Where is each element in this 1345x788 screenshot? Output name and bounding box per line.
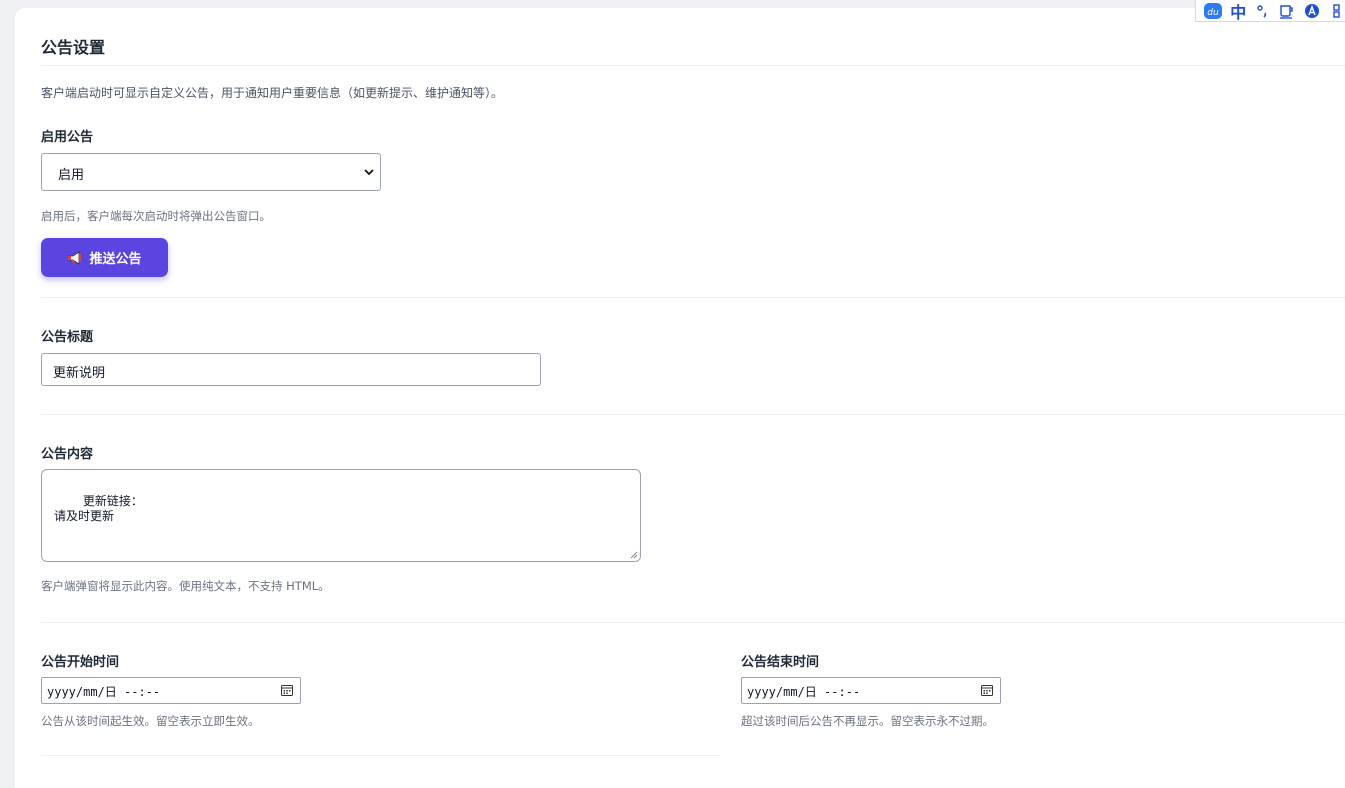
- grid-icon[interactable]: [1328, 2, 1345, 20]
- divider: [41, 65, 1345, 66]
- announcement-settings-card: 公告设置 客户端启动时可显示自定义公告，用于通知用户重要信息（如更新提示、维护通…: [15, 8, 1345, 788]
- push-announcement-label: 推送公告: [89, 252, 142, 267]
- ime-language-toggle[interactable]: 中: [1230, 2, 1247, 22]
- cup-icon[interactable]: [1279, 2, 1296, 20]
- enable-hint: 启用后，客户端每次启动时将弹出公告窗口。: [41, 209, 271, 223]
- chevron-down-icon: [364, 169, 374, 176]
- calendar-icon[interactable]: [280, 683, 294, 697]
- page-title: 公告设置: [41, 38, 106, 57]
- push-announcement-button[interactable]: 推送公告: [41, 238, 168, 277]
- ime-toolbar: du 中: [1195, 0, 1345, 22]
- start-time-placeholder: yyyy/mm/日 --:--: [47, 685, 161, 699]
- calendar-icon[interactable]: [980, 683, 994, 697]
- enable-select[interactable]: 启用: [41, 153, 381, 191]
- start-time-hint: 公告从该时间起生效。留空表示立即生效。: [41, 714, 260, 728]
- enable-label: 启用公告: [41, 130, 94, 145]
- svg-text:du: du: [1207, 8, 1219, 18]
- announcement-title-input[interactable]: 更新说明: [41, 353, 541, 386]
- resize-grip-icon[interactable]: [630, 551, 638, 559]
- end-time-label: 公告结束时间: [741, 655, 820, 670]
- divider: [41, 414, 1345, 415]
- divider: [41, 622, 1345, 623]
- content-label: 公告内容: [41, 447, 94, 462]
- punctuation-icon[interactable]: [1255, 2, 1272, 20]
- announcement-content-textarea[interactable]: 更新链接： 请及时更新: [41, 469, 641, 562]
- start-time-label: 公告开始时间: [41, 655, 120, 670]
- start-time-input[interactable]: yyyy/mm/日 --:--: [41, 677, 301, 704]
- skin-icon[interactable]: [1304, 2, 1321, 20]
- end-time-input[interactable]: yyyy/mm/日 --:--: [741, 677, 1001, 704]
- title-label: 公告标题: [41, 330, 94, 345]
- baidu-du-icon[interactable]: du: [1204, 2, 1222, 20]
- content-hint: 客户端弹窗将显示此内容。使用纯文本，不支持 HTML。: [41, 579, 330, 593]
- divider: [41, 297, 1345, 298]
- end-time-placeholder: yyyy/mm/日 --:--: [747, 685, 861, 699]
- page-description: 客户端启动时可显示自定义公告，用于通知用户重要信息（如更新提示、维护通知等）。: [41, 86, 504, 100]
- megaphone-icon: [68, 250, 82, 265]
- enable-select-value: 启用: [58, 168, 85, 183]
- divider: [41, 755, 720, 756]
- announcement-content-text: 更新链接： 请及时更新: [54, 494, 143, 523]
- end-time-hint: 超过该时间后公告不再显示。留空表示永不过期。: [741, 714, 994, 728]
